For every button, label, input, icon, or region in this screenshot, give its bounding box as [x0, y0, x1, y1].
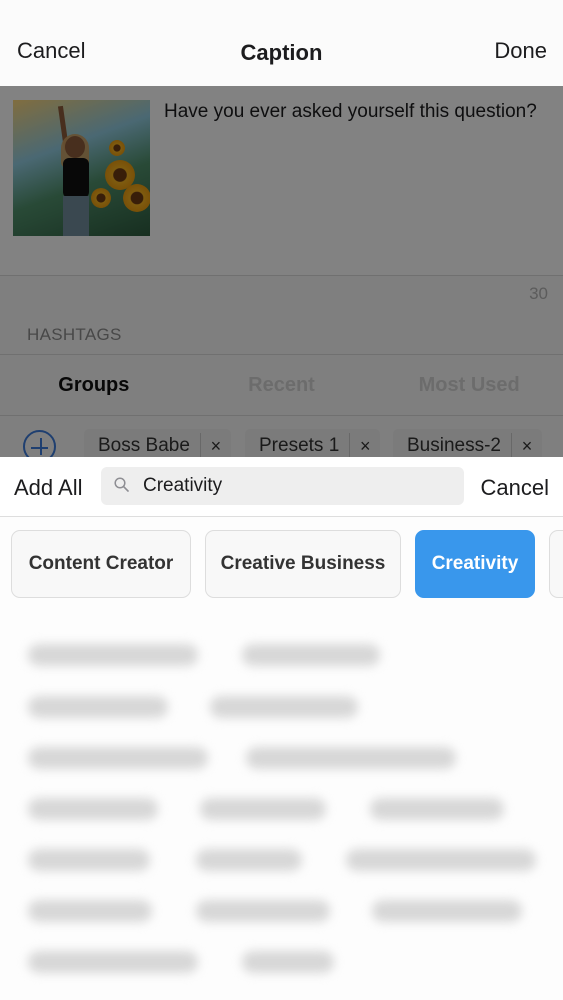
- hashtag-group-row: Boss Babe × Presets 1 × Business-2 ×: [0, 417, 563, 457]
- add-all-button[interactable]: Add All: [14, 475, 83, 501]
- tab-most-used[interactable]: Most Used: [375, 355, 563, 415]
- search-bar: Add All Cancel: [0, 457, 563, 517]
- category-chip-content-creator[interactable]: Content Creator: [11, 530, 191, 598]
- category-chip-partial[interactable]: [549, 530, 563, 598]
- done-button[interactable]: Done: [494, 38, 547, 64]
- hashtag-search-sheet: Add All Cancel Content Creator Creative …: [0, 457, 563, 1000]
- close-icon[interactable]: ×: [512, 436, 542, 457]
- tab-groups[interactable]: Groups: [0, 355, 188, 415]
- group-chip-label: Business-2: [407, 435, 501, 456]
- hashtags-section-label: HASHTAGS: [27, 325, 122, 344]
- close-icon[interactable]: ×: [350, 436, 380, 457]
- group-chip-label: Presets 1: [259, 435, 340, 456]
- group-chip-presets-1[interactable]: Presets 1 ×: [245, 429, 381, 457]
- caption-text[interactable]: Have you ever asked yourself this questi…: [164, 100, 544, 124]
- group-chip-label: Boss Babe: [98, 435, 190, 456]
- cancel-button[interactable]: Cancel: [17, 38, 85, 64]
- category-chip-creativity[interactable]: Creativity: [415, 530, 535, 598]
- search-cancel-button[interactable]: Cancel: [481, 475, 549, 501]
- caption-area: Have you ever asked yourself this questi…: [0, 86, 563, 276]
- hashtag-tabs: Groups Recent Most Used: [0, 355, 563, 416]
- caption-editor: Have you ever asked yourself this questi…: [0, 86, 563, 457]
- plus-circle-icon[interactable]: [23, 430, 56, 457]
- category-chips: Content Creator Creative Business Creati…: [11, 530, 563, 599]
- close-icon[interactable]: ×: [201, 436, 231, 457]
- tab-recent[interactable]: Recent: [188, 355, 376, 415]
- search-field[interactable]: [101, 467, 464, 505]
- group-chip-business-2[interactable]: Business-2 ×: [393, 429, 542, 457]
- hashtag-results-blurred: [0, 627, 563, 1000]
- search-input[interactable]: [143, 467, 454, 505]
- navigation-bar: Cancel Caption Done: [0, 0, 563, 86]
- character-count: 30: [529, 284, 548, 303]
- search-icon: [114, 477, 129, 492]
- group-chip-boss-babe[interactable]: Boss Babe ×: [84, 429, 231, 457]
- photo-thumbnail: [13, 100, 150, 236]
- category-chip-creative-business[interactable]: Creative Business: [205, 530, 401, 598]
